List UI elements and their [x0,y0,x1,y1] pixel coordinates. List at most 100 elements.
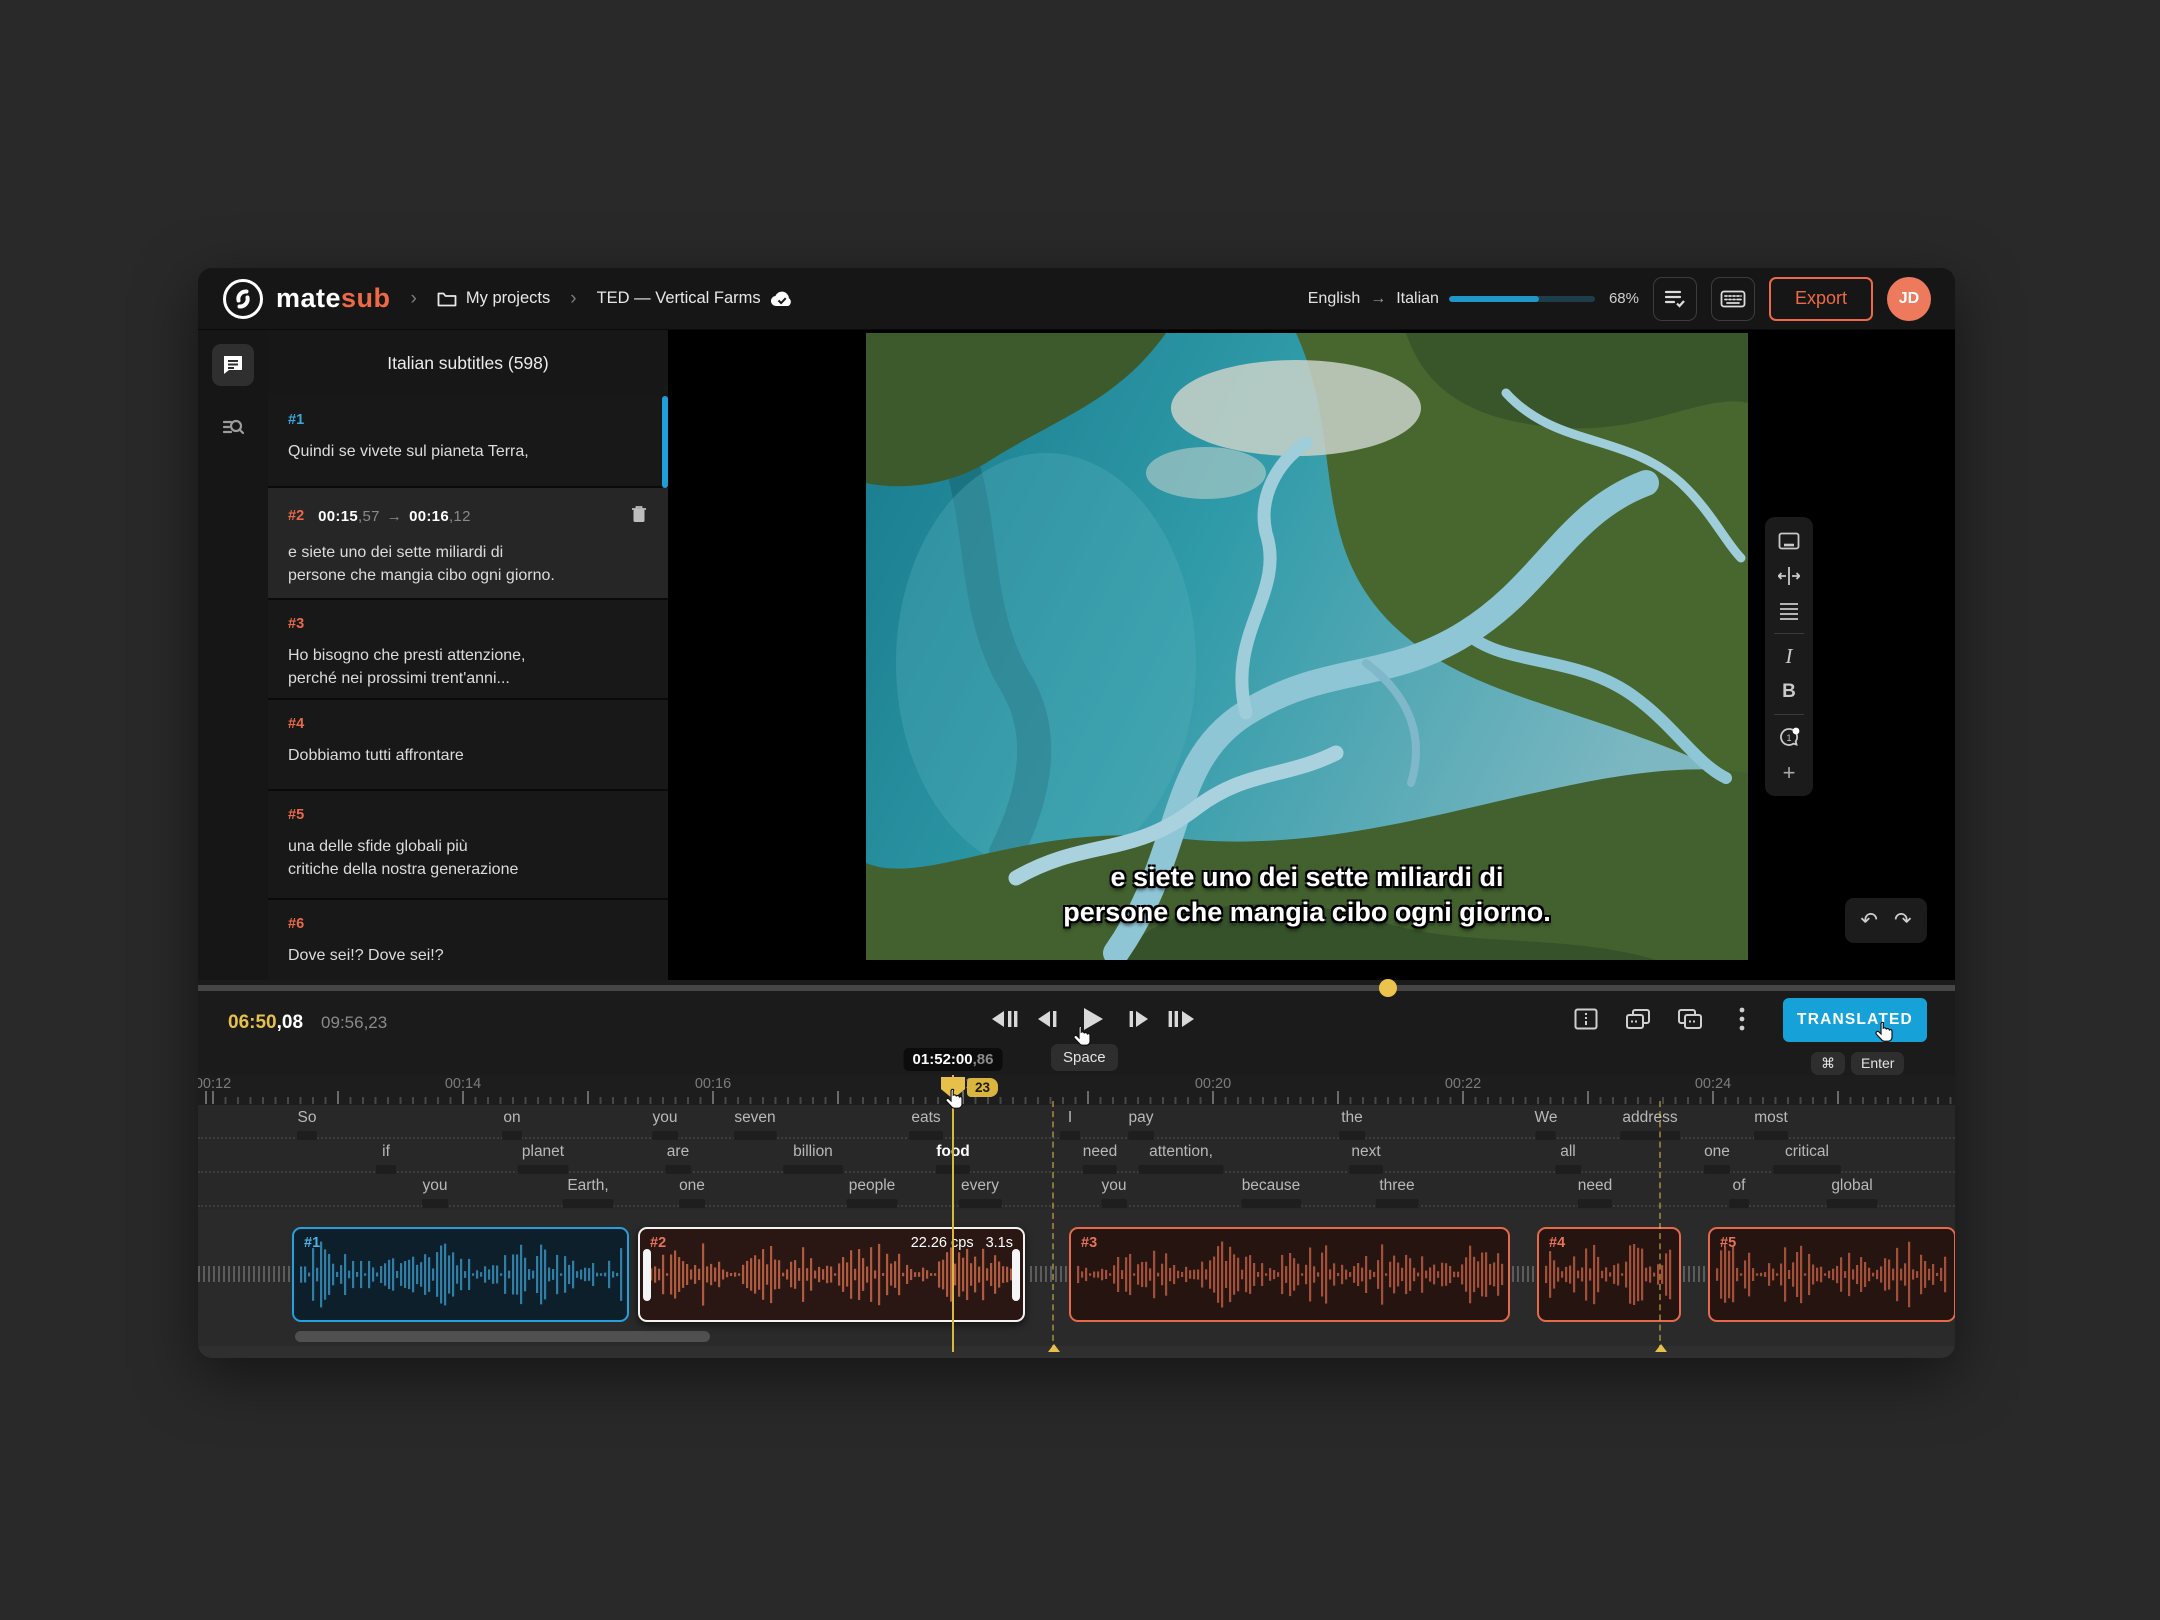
seek-bar[interactable] [198,985,1955,991]
timeline-word[interactable]: need [1083,1143,1117,1174]
next-frame-button[interactable] [1120,1002,1154,1036]
timeline-word[interactable]: one [679,1177,705,1208]
timeline-word[interactable]: need [1578,1177,1612,1208]
subtitle-index: #2 [288,508,304,524]
subtitle-text[interactable]: Ho bisogno che presti attenzione,perché … [288,644,648,690]
block-right-handle[interactable] [1012,1249,1020,1301]
playhead-line[interactable] [952,1075,954,1352]
next-subtitle-button[interactable] [1164,1002,1198,1036]
subtitle-item-6[interactable]: #6Dove sei!? Dove sei!? [268,900,668,980]
translated-status-button[interactable]: TRANSLATED [1783,998,1927,1042]
subtitle-text[interactable]: Quindi se vivete sul pianeta Terra, [288,440,648,463]
timeline-word[interactable]: because [1241,1177,1301,1208]
timeline-word[interactable]: So [297,1109,317,1140]
subtitle-text[interactable]: e siete uno dei sette miliardi dipersone… [288,541,648,587]
timeline-word[interactable]: Earth, [563,1177,614,1208]
previous-subtitle-button[interactable] [988,1002,1022,1036]
undo-button[interactable]: ↶ [1860,908,1878,933]
timeline-word[interactable]: every [959,1177,1002,1208]
playhead-timecode: 01:52:00,86 [904,1048,1003,1071]
ruler-label: 00:16 [695,1076,731,1092]
timeline-word[interactable]: if [376,1143,396,1174]
line-spacing-button[interactable] [1765,593,1813,628]
transport-bar: 06:50,08 09:56,23 Space [198,980,1955,1075]
subtitle-block-2[interactable]: #222.26 cps3.1s [638,1227,1025,1322]
timecodes: 06:50,08 09:56,23 [228,1012,387,1034]
timeline-word[interactable]: I [1060,1109,1080,1140]
timeline-word[interactable]: you [1101,1177,1127,1208]
redo-button[interactable]: ↷ [1894,908,1912,933]
timeline-scrollbar[interactable] [295,1331,710,1342]
timeline-word[interactable]: pay [1128,1109,1154,1140]
timeline-word[interactable]: attention, [1139,1143,1224,1174]
breadcrumb-project[interactable]: TED — Vertical Farms [597,289,794,308]
timeline-word[interactable]: seven [734,1109,777,1140]
seek-handle[interactable] [1379,979,1397,997]
add-subtitle-button[interactable]: + [1765,755,1813,790]
subtitle-list-tab[interactable] [212,344,254,386]
brand[interactable]: matesub [222,278,391,320]
video-player[interactable]: e siete uno dei sette miliardi di person… [866,333,1748,960]
keyboard-shortcuts-button[interactable] [1711,277,1755,321]
subtitle-item-1[interactable]: #1Quindi se vivete sul pianeta Terra, [268,396,668,486]
subtitle-index: #4 [288,716,304,732]
timeline-word[interactable]: address [1620,1109,1680,1140]
subtitle-position-button[interactable] [1765,523,1813,558]
timeline-word[interactable]: most [1754,1109,1788,1140]
timeline-word[interactable]: three [1376,1177,1419,1208]
previous-frame-button[interactable] [1032,1002,1066,1036]
subtitle-text[interactable]: una delle sfide globali piùcritiche dell… [288,835,648,881]
word-duration-bar [1578,1199,1612,1208]
bold-button[interactable]: B [1765,674,1813,709]
timeline-word[interactable]: next [1349,1143,1383,1174]
skip-forward-icon [1166,1008,1196,1030]
timeline-word[interactable]: eats [909,1109,943,1140]
timeline-word[interactable]: of [1729,1177,1749,1208]
timeline-ruler[interactable]: 00:1200:1400:1600:1800:2000:2200:24 [198,1075,1955,1105]
word-row: ifplanetarebillionfoodneedattention,next… [198,1139,1955,1173]
block-left-handle[interactable] [643,1249,651,1301]
delete-subtitle-button[interactable] [630,504,648,529]
timeline-word[interactable]: people [847,1177,898,1208]
subtitle-checklist-icon [1663,288,1687,310]
subtitle-items: #1Quindi se vivete sul pianeta Terra, #2 0… [268,396,668,980]
align-horizontal-button[interactable] [1765,558,1813,593]
overlap-next-button[interactable] [1673,1002,1707,1036]
search-subtitles-tab[interactable] [212,406,254,448]
subtitle-item-2[interactable]: #2 00:15,57→00:16,12 e siete uno dei sette… [268,488,668,598]
more-options-button[interactable] [1725,1002,1759,1036]
subtitle-item-4[interactable]: #4 Dobbiamo tutti affrontare [268,700,668,790]
subtitle-block-3[interactable]: #3 [1069,1227,1510,1322]
subtitle-list-title: Italian subtitles (598) [268,330,668,396]
user-avatar[interactable]: JD [1887,277,1931,321]
overlap-previous-button[interactable] [1621,1002,1655,1036]
split-view-icon [1574,1008,1598,1030]
subtitle-text[interactable]: Dove sei!? Dove sei!? [288,944,648,967]
timeline-word[interactable]: the [1339,1109,1365,1140]
subtitle-item-5[interactable]: #5una delle sfide globali piùcritiche de… [268,791,668,898]
timeline-word[interactable]: all [1555,1143,1581,1174]
top-bar: matesub › My projects › TED — Vertical F… [198,268,1955,330]
timeline-word[interactable]: you [422,1177,448,1208]
subtitle-text[interactable]: Dobbiamo tutti affrontare [288,744,648,767]
subtitle-block-1[interactable]: #1 [292,1227,629,1322]
timeline-word[interactable]: are [665,1143,691,1174]
italic-button[interactable]: I [1765,639,1813,674]
subtitle-checklist-button[interactable] [1653,277,1697,321]
timeline-word[interactable]: planet [518,1143,569,1174]
timeline-word[interactable]: We [1535,1109,1558,1140]
timeline-word[interactable]: one [1704,1143,1730,1174]
export-button[interactable]: Export [1769,277,1873,321]
timeline-word[interactable]: you [652,1109,678,1140]
timeline-word[interactable]: global [1827,1177,1878,1208]
timeline-word[interactable]: critical [1773,1143,1841,1174]
timeline-word[interactable]: billion [783,1143,843,1174]
split-view-button[interactable] [1569,1002,1603,1036]
waveform-track: #1#222.26 cps3.1s#3#4#5 [198,1209,1955,1358]
subtitle-item-3[interactable]: #3Ho bisogno che presti attenzione,perch… [268,600,668,698]
breadcrumb-my-projects[interactable]: My projects [437,289,550,308]
subtitle-timing[interactable]: 00:15,57→00:16,12 [318,508,471,525]
subtitle-block-5[interactable]: #5 [1708,1227,1955,1322]
timeline-word[interactable]: on [502,1109,522,1140]
comments-button[interactable]: 1 [1765,720,1813,755]
